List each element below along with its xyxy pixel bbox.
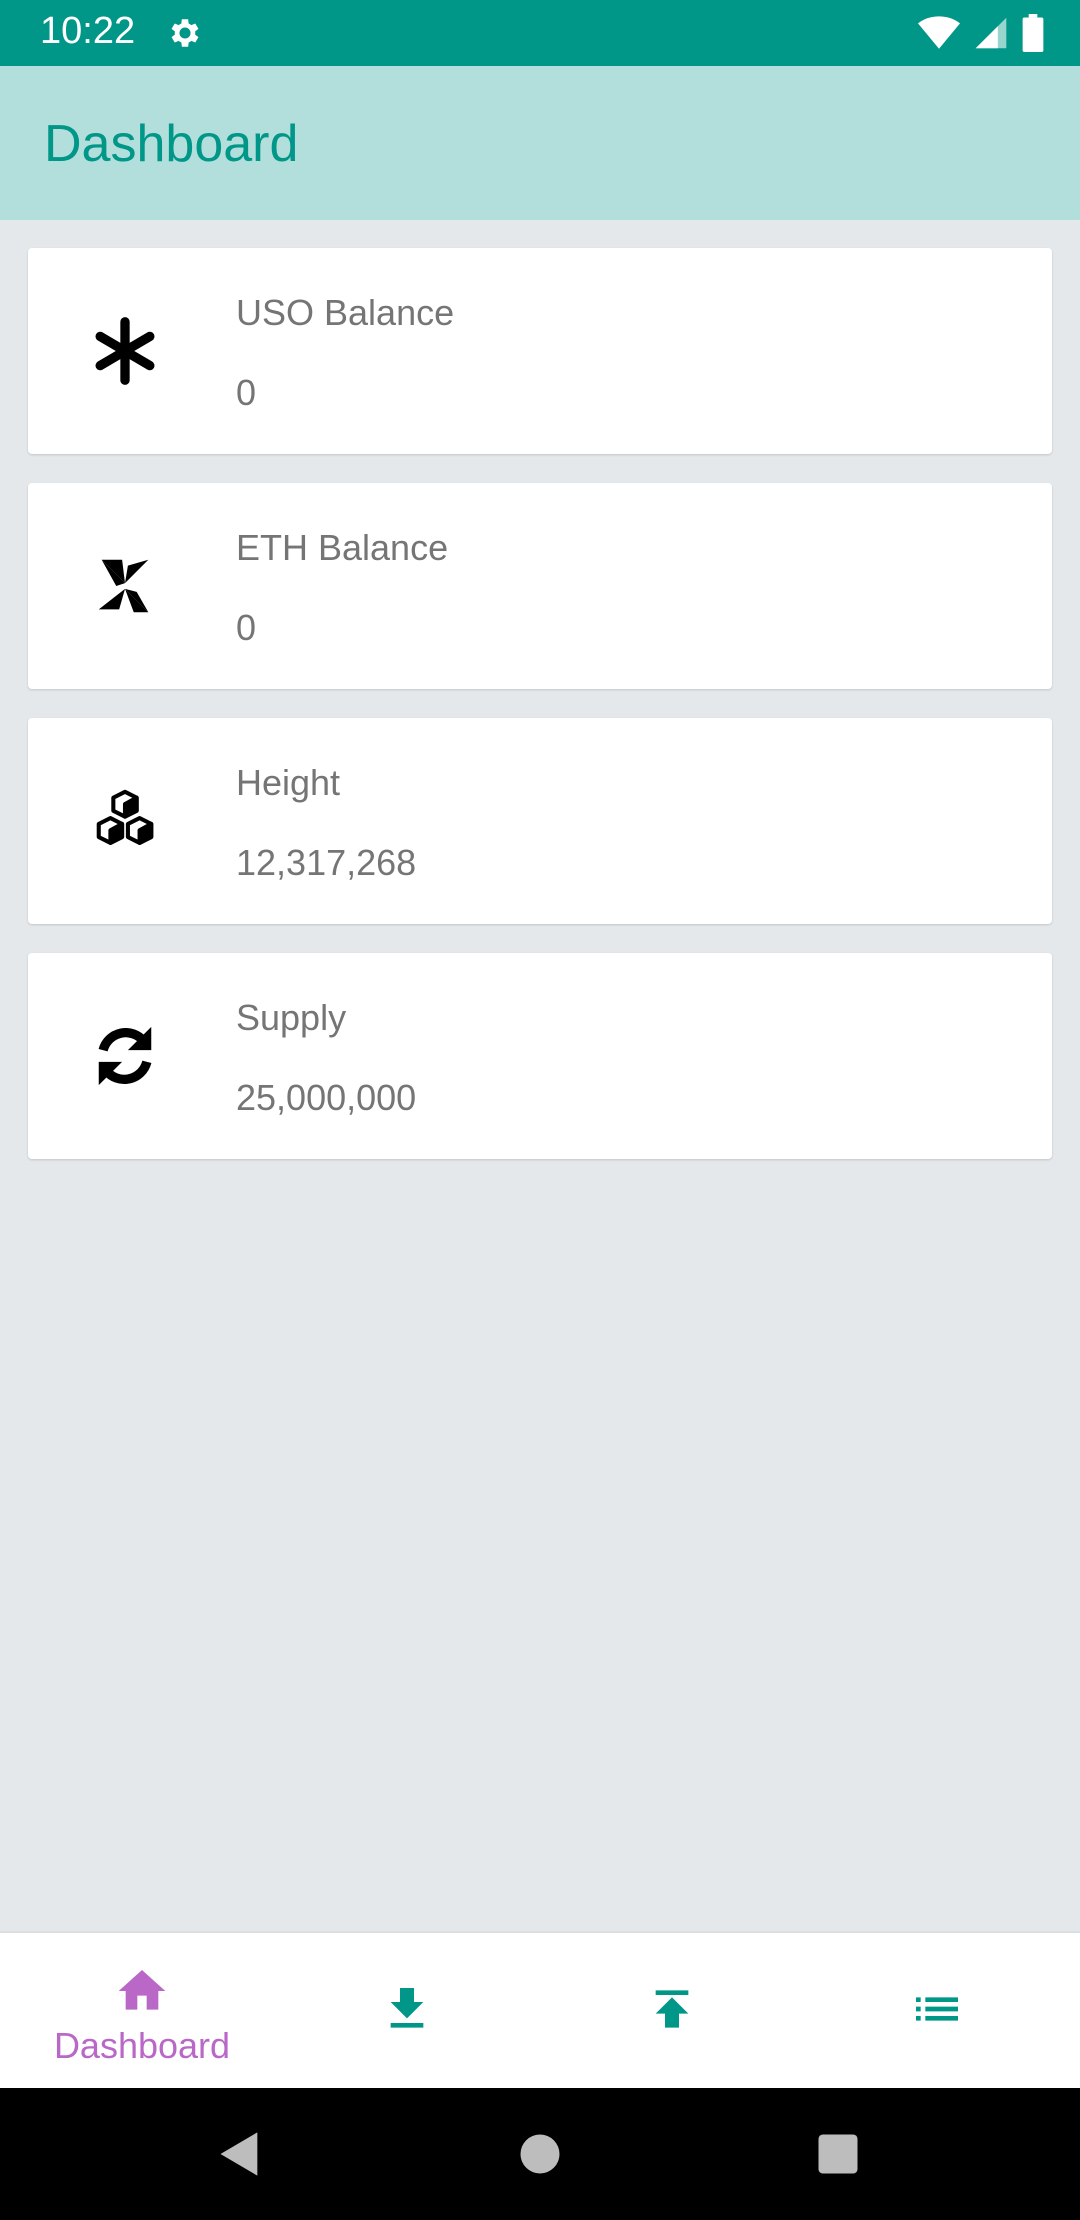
status-bar: 10:22	[0, 0, 1080, 66]
recents-icon[interactable]	[812, 2128, 864, 2180]
asterisk-icon	[95, 317, 155, 385]
upload-icon	[655, 1990, 689, 2028]
card-label: Supply	[236, 997, 347, 1038]
system-nav-bar	[0, 2088, 1080, 2220]
card-value: 0	[236, 607, 257, 648]
cubes-icon	[96, 789, 154, 845]
nav-download[interactable]	[272, 1933, 542, 2088]
bottom-nav: Dashboard	[0, 1933, 1080, 2088]
nav-list[interactable]	[802, 1933, 1072, 2088]
app-bar: Dashboard	[0, 66, 1080, 220]
card-value: 0	[236, 372, 257, 413]
card-value: 25,000,000	[236, 1077, 417, 1118]
gear-icon	[171, 19, 199, 47]
dashboard-cards: USO Balance 0 ETH Balance 0 Height 12,31…	[28, 248, 1052, 1188]
card-eth-balance: ETH Balance 0	[28, 483, 1052, 689]
nav-upload[interactable]	[537, 1933, 807, 2088]
download-icon	[390, 1988, 424, 2028]
card-label: Height	[236, 762, 341, 803]
cell-signal-icon	[975, 17, 1007, 49]
card-uso-balance: USO Balance 0	[28, 248, 1052, 454]
nav-dashboard[interactable]: Dashboard	[7, 1933, 277, 2088]
page-title: Dashboard	[44, 115, 299, 173]
nav-label: Dashboard	[53, 2025, 231, 2066]
list-icon	[916, 1997, 958, 2021]
card-supply: Supply 25,000,000	[28, 953, 1052, 1159]
battery-icon	[1022, 14, 1044, 52]
wifi-icon	[918, 16, 960, 49]
windmill-icon	[98, 559, 149, 613]
sync-icon	[98, 1026, 152, 1086]
status-time: 10:22	[40, 10, 136, 52]
card-label: ETH Balance	[236, 527, 449, 568]
card-label: USO Balance	[236, 292, 455, 333]
card-value: 12,317,268	[236, 842, 417, 883]
status-icons	[918, 14, 1044, 52]
card-height: Height 12,317,268	[28, 718, 1052, 924]
home-circle-icon[interactable]	[514, 2128, 566, 2180]
back-icon[interactable]	[214, 2128, 266, 2180]
screen: 10:22 Dashboard USO Balance 0 ETH Balanc…	[0, 0, 1080, 2220]
home-icon	[118, 1970, 166, 2010]
